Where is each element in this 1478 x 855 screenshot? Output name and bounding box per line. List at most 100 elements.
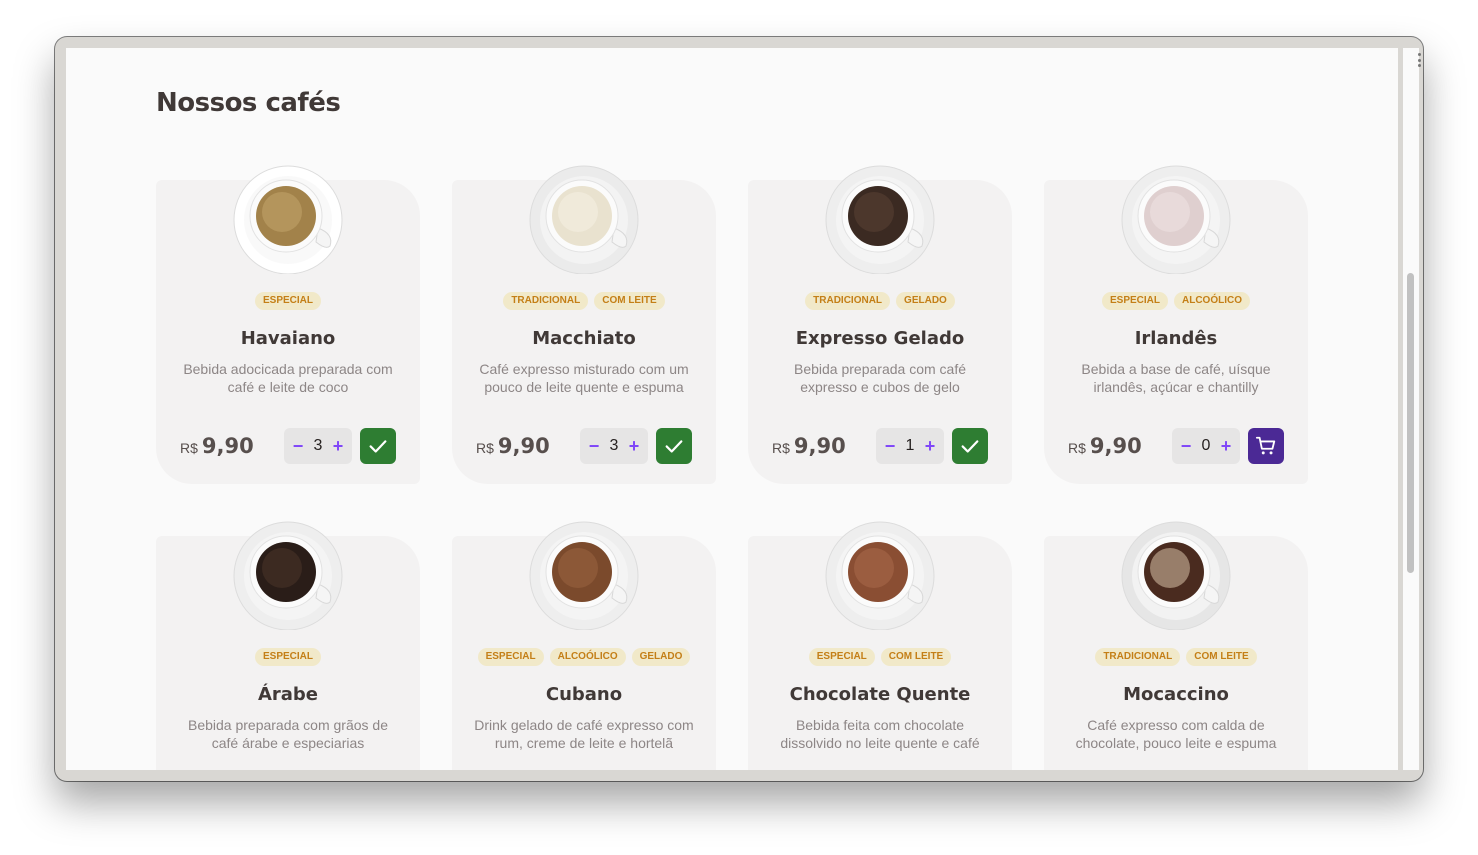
added-to-cart-button[interactable]	[952, 428, 988, 464]
coffee-tags: ESPECIAL ALCOÓLICO	[1044, 292, 1308, 310]
coffee-name: Irlandês	[1134, 328, 1218, 349]
coffee-image	[528, 162, 640, 274]
quantity-stepper: − 3 +	[580, 428, 648, 464]
minus-icon[interactable]: −	[884, 437, 896, 455]
added-to-cart-button[interactable]	[360, 428, 396, 464]
coffee-image	[824, 162, 936, 274]
coffee-description: Bebida feita com chocolate dissolvido no…	[780, 717, 980, 751]
coffee-tags: TRADICIONAL COM LEITE	[452, 292, 716, 310]
coffee-tag: COM LEITE	[1186, 648, 1257, 666]
check-icon	[663, 435, 685, 457]
coffee-card: ESPECIAL ALCOÓLICO Irlandês Bebida a base…	[1044, 165, 1308, 484]
buy-row: R$ 9,90 − 3 +	[476, 428, 692, 464]
coffee-name: Cubano	[545, 684, 623, 705]
coffee-tag: COM LEITE	[880, 648, 952, 666]
coffee-cup-image	[825, 165, 935, 274]
coffee-name: Árabe	[257, 684, 319, 705]
page-title: Nossos cafés	[156, 88, 341, 118]
coffee-tags: ESPECIAL ALCOÓLICO GELADO	[452, 648, 716, 666]
coffee-tag: ALCOÓLICO	[1174, 292, 1250, 310]
coffee-price: R$ 9,90	[1068, 434, 1142, 458]
minus-icon[interactable]: −	[588, 437, 600, 455]
quantity-value: 3	[609, 437, 619, 454]
coffee-price: R$ 9,90	[476, 434, 550, 458]
coffee-image	[232, 162, 344, 274]
buy-row: R$ 9,90 − 1 +	[772, 428, 988, 464]
coffee-tag: TRADICIONAL	[805, 292, 891, 310]
scrollbar-thumb[interactable]	[1407, 273, 1414, 573]
added-to-cart-button[interactable]	[656, 428, 692, 464]
price-value: 9,90	[201, 434, 254, 458]
coffee-card: ESPECIAL Havaiano Bebida adocicada prepa…	[156, 165, 420, 484]
coffee-tag: GELADO	[631, 648, 691, 666]
coffee-price: R$ 9,90	[180, 434, 254, 458]
coffee-image	[824, 518, 936, 630]
quantity-value: 0	[1201, 437, 1211, 454]
coffee-description: Bebida preparada com grãos de café árabe…	[187, 717, 389, 751]
quantity-stepper: − 3 +	[284, 428, 352, 464]
coffee-tag: ESPECIAL	[808, 648, 875, 666]
coffee-cup-image	[529, 521, 639, 630]
coffee-cup-image	[529, 165, 639, 274]
minus-icon[interactable]: −	[292, 437, 304, 455]
coffee-tag: GELADO	[896, 292, 955, 310]
check-icon	[367, 435, 389, 457]
coffee-card: ESPECIAL COM LEITE Chocolate Quente Bebid…	[748, 521, 1012, 770]
coffee-tag: TRADICIONAL	[503, 292, 589, 310]
scrollbar[interactable]	[1403, 48, 1419, 770]
buy-row: R$ 9,90 − 3 +	[180, 428, 396, 464]
price-currency: R$	[476, 440, 494, 456]
price-currency: R$	[772, 440, 790, 456]
coffee-tags: ESPECIAL	[156, 648, 420, 666]
coffee-tags: ESPECIAL COM LEITE	[748, 648, 1012, 666]
coffee-description: Café expresso misturado com um pouco de …	[479, 361, 689, 395]
plus-icon[interactable]: +	[1220, 437, 1232, 455]
coffee-name: Macchiato	[532, 328, 636, 349]
coffee-tags: TRADICIONAL COM LEITE	[1044, 648, 1308, 666]
quantity-value: 1	[905, 437, 915, 454]
add-to-cart-button[interactable]	[1248, 428, 1284, 464]
price-value: 9,90	[793, 434, 846, 458]
coffee-tag: ESPECIAL	[254, 292, 321, 310]
coffee-price: R$ 9,90	[772, 434, 846, 458]
price-currency: R$	[1068, 440, 1086, 456]
plus-icon[interactable]: +	[924, 437, 936, 455]
coffee-card: TRADICIONAL GELADO Expresso Gelado Bebida…	[748, 165, 1012, 484]
price-currency: R$	[180, 440, 198, 456]
coffee-name: Havaiano	[240, 328, 336, 349]
coffee-card: TRADICIONAL COM LEITE Macchiato Café expr…	[452, 165, 716, 484]
minus-icon[interactable]: −	[1180, 437, 1192, 455]
coffee-cup-image	[825, 521, 935, 630]
price-value: 9,90	[497, 434, 550, 458]
coffee-cup-image	[233, 521, 343, 630]
coffee-name: Expresso Gelado	[795, 328, 965, 349]
coffee-card: ESPECIAL ALCOÓLICO GELADO Cubano Drink gel…	[452, 521, 716, 770]
coffee-card: TRADICIONAL COM LEITE Mocaccino Café expr…	[1044, 521, 1308, 770]
coffee-image	[232, 518, 344, 630]
plus-icon[interactable]: +	[628, 437, 640, 455]
page-viewport: Nossos cafés ESPECIAL Havaiano Bebida ad…	[66, 48, 1398, 770]
coffee-cup-image	[1121, 165, 1231, 274]
coffee-description: Drink gelado de café expresso com rum, c…	[474, 717, 694, 751]
coffee-tags: TRADICIONAL GELADO	[748, 292, 1012, 310]
coffee-description: Bebida a base de café, uísque irlandês, …	[1081, 361, 1271, 395]
quantity-value: 3	[313, 437, 323, 454]
coffee-tag: ALCOÓLICO	[549, 648, 626, 666]
price-value: 9,90	[1089, 434, 1142, 458]
coffee-image	[1120, 162, 1232, 274]
coffee-list: ESPECIAL Havaiano Bebida adocicada prepa…	[156, 165, 1308, 770]
check-icon	[959, 435, 981, 457]
coffee-tag: TRADICIONAL	[1095, 648, 1181, 666]
coffee-tag: COM LEITE	[594, 292, 665, 310]
browser-window: Nossos cafés ESPECIAL Havaiano Bebida ad…	[55, 37, 1423, 781]
coffee-tags: ESPECIAL	[156, 292, 420, 310]
plus-icon[interactable]: +	[332, 437, 344, 455]
quantity-stepper: − 1 +	[876, 428, 944, 464]
cart-icon	[1255, 435, 1277, 457]
quantity-stepper: − 0 +	[1172, 428, 1240, 464]
coffee-tag: ESPECIAL	[254, 648, 321, 666]
buy-row: R$ 9,90 − 0 +	[1068, 428, 1284, 464]
coffee-image	[1120, 518, 1232, 630]
coffee-tag: ESPECIAL	[477, 648, 544, 666]
coffee-description: Bebida adocicada preparada com café e le…	[183, 361, 393, 395]
